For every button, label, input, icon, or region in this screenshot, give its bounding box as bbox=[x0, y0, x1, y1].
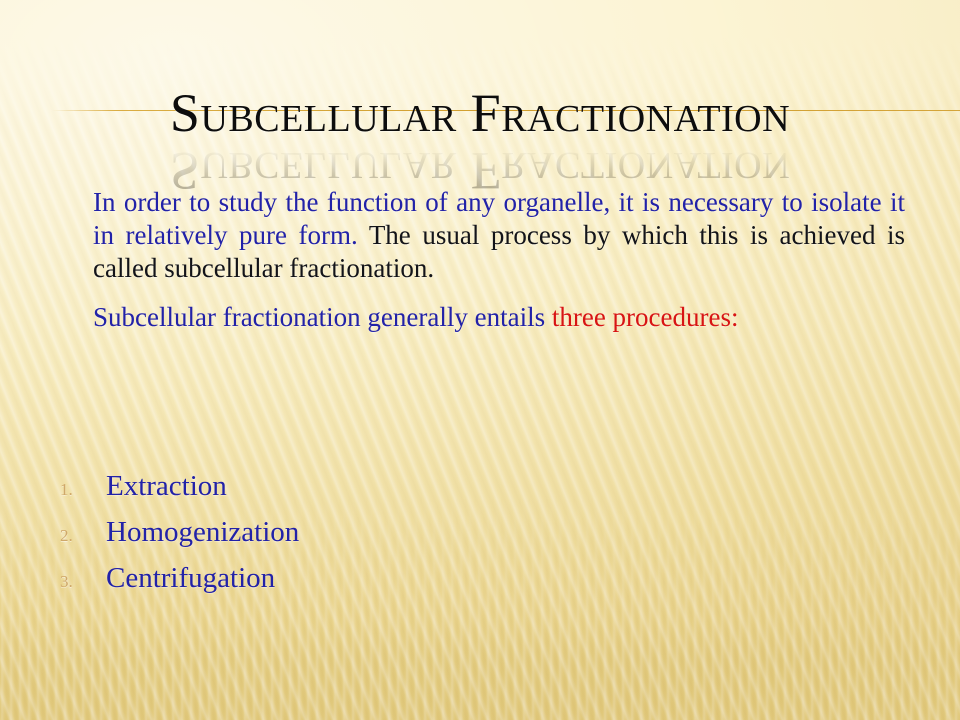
paragraph-procedures-lead: Subcellular fractionation generally enta… bbox=[93, 301, 905, 334]
paragraph-procedures-segment-blue: Subcellular fractionation generally enta… bbox=[93, 302, 552, 332]
slide-title-block: Subcellular Fractionation Subcellular Fr… bbox=[0, 83, 960, 201]
list-item: 2. Homogenization bbox=[60, 516, 900, 562]
slide-body-text: In order to study the function of any or… bbox=[93, 186, 905, 334]
page-title: Subcellular Fractionation bbox=[169, 83, 791, 143]
list-item-number: 2. bbox=[60, 526, 73, 545]
list-item: 3. Centrifugation bbox=[60, 562, 900, 608]
list-item-label: Centrifugation bbox=[106, 562, 276, 594]
list-item-number: 1. bbox=[60, 480, 73, 499]
paragraph-intro: In order to study the function of any or… bbox=[93, 186, 905, 285]
list-item-label: Extraction bbox=[106, 470, 227, 502]
presentation-slide: Subcellular Fractionation Subcellular Fr… bbox=[0, 0, 960, 720]
list-item: 1. Extraction bbox=[60, 470, 900, 516]
list-item-label: Homogenization bbox=[106, 516, 300, 548]
list-item-number: 3. bbox=[60, 572, 73, 591]
procedures-list: 1. Extraction 2. Homogenization 3. Centr… bbox=[60, 470, 900, 608]
paragraph-procedures-segment-red: three procedures: bbox=[551, 302, 739, 332]
